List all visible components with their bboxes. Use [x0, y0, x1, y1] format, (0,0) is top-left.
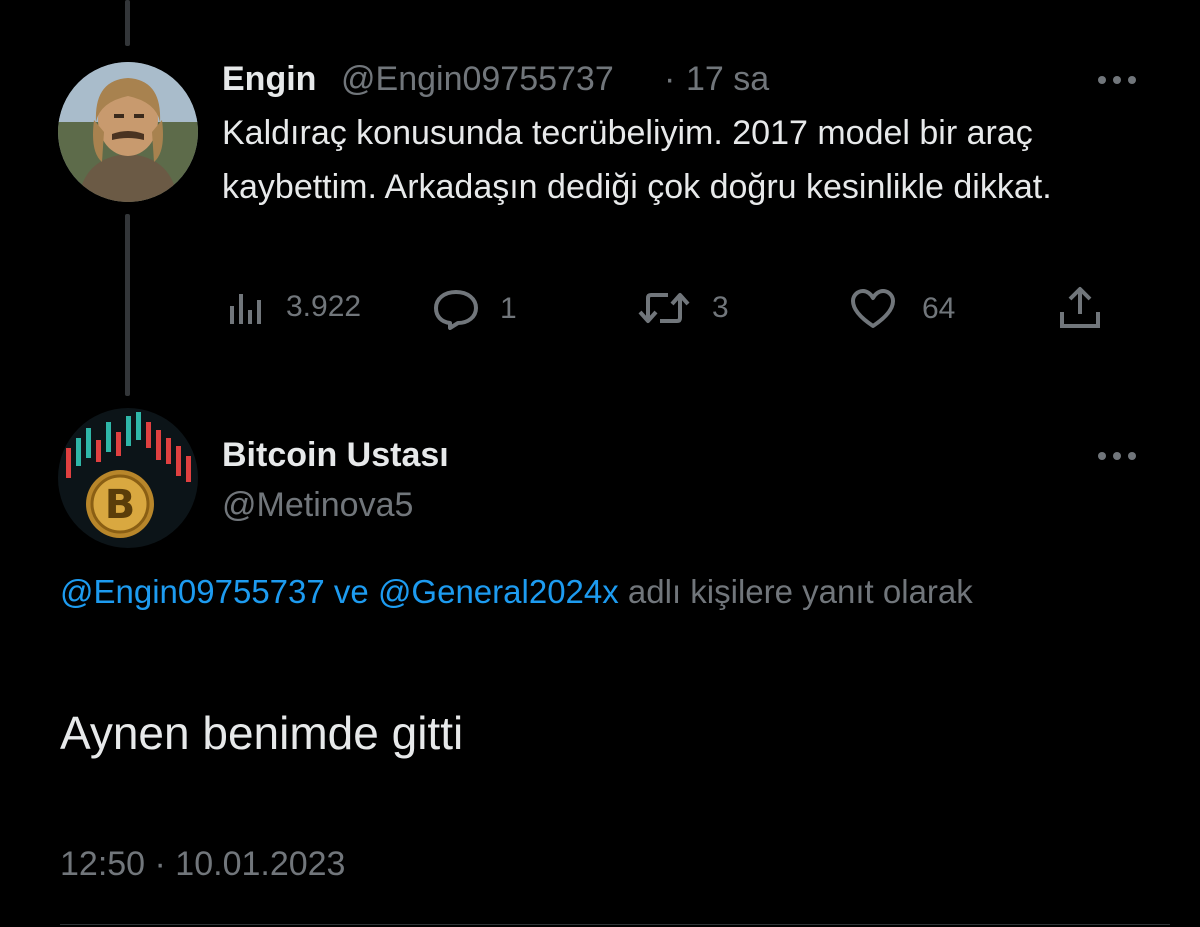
like-button[interactable]: 64 — [850, 289, 955, 329]
reply-context: @Engin09755737 ve @General2024x adlı kiş… — [60, 564, 1060, 619]
reply-suffix: adlı kişilere yanıt olarak — [618, 573, 973, 610]
heart-icon — [850, 289, 896, 329]
svg-text:B: B — [105, 482, 136, 528]
reply-icon — [432, 288, 480, 330]
share-button[interactable] — [1058, 286, 1102, 330]
meta-separator: · — [664, 60, 676, 98]
reply-connector: ve — [324, 573, 378, 610]
thread-line-top — [125, 0, 130, 46]
retweets-count: 3 — [712, 291, 729, 324]
mention-link[interactable]: @Engin09755737 — [60, 573, 325, 610]
divider — [60, 924, 1170, 925]
display-name[interactable]: Engin — [222, 60, 316, 99]
handle[interactable]: @Metinova5 — [222, 486, 413, 525]
handle[interactable]: @Engin09755737 — [341, 60, 614, 99]
avatar-bitcoin-ustasi[interactable]: B — [58, 408, 198, 548]
avatar-engin[interactable] — [58, 62, 198, 202]
mention-link[interactable]: @General2024x — [378, 573, 619, 610]
replies-count: 1 — [500, 292, 517, 325]
thread-line-connector — [125, 214, 130, 396]
likes-count: 64 — [922, 292, 956, 325]
more-horizontal-icon[interactable] — [1096, 74, 1138, 86]
views-count: 3.922 — [286, 290, 362, 323]
tweet-text: Aynen benimde gitti — [60, 707, 464, 759]
analytics-icon — [228, 288, 264, 326]
display-name[interactable]: Bitcoin Ustası — [222, 436, 449, 475]
tweet-timestamp[interactable]: 12:50 · 10.01.2023 — [60, 845, 345, 884]
reply-button[interactable]: 1 — [432, 288, 517, 330]
retweet-icon — [638, 290, 690, 326]
share-icon — [1058, 286, 1102, 330]
views-button[interactable]: 3.922 — [228, 288, 361, 326]
time-ago[interactable]: 17 sa — [686, 60, 769, 99]
retweet-button[interactable]: 3 — [638, 290, 729, 326]
tweet-text: Kaldıraç konusunda tecrübeliyim. 2017 mo… — [222, 114, 1052, 206]
more-horizontal-icon[interactable] — [1096, 450, 1138, 462]
